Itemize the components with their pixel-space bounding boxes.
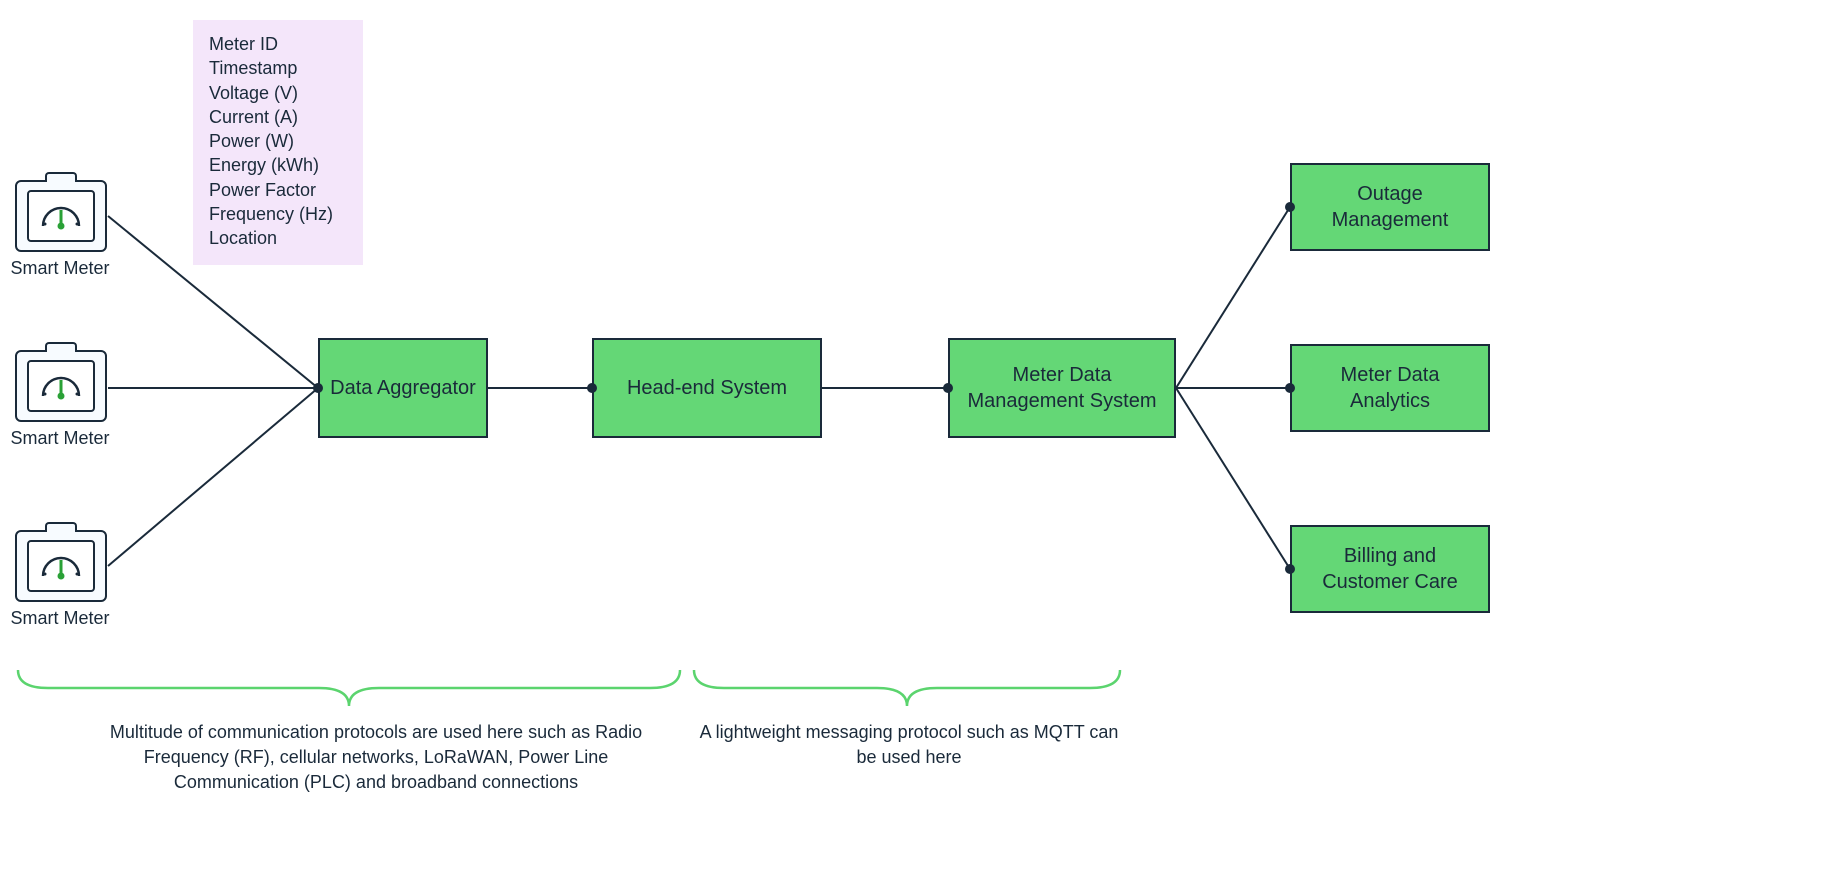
node-meter-data-analytics: Meter Data Analytics xyxy=(1290,344,1490,432)
field-item: Frequency (Hz) xyxy=(209,202,345,226)
smart-meter-2 xyxy=(15,350,107,422)
smart-meter-2-label: Smart Meter xyxy=(0,428,130,449)
node-outage-management: Outage Management xyxy=(1290,163,1490,251)
node-label: Billing and Customer Care xyxy=(1300,543,1480,595)
diagram-canvas: Smart Meter Smart Meter xyxy=(0,0,1830,892)
node-mdms: Meter Data Management System xyxy=(948,338,1176,438)
gauge-icon xyxy=(27,360,95,412)
smart-meter-1-label: Smart Meter xyxy=(0,258,130,279)
node-head-end-system: Head-end System xyxy=(592,338,822,438)
field-item: Voltage (V) xyxy=(209,81,345,105)
field-item: Current (A) xyxy=(209,105,345,129)
gauge-icon xyxy=(27,190,95,242)
node-label: Outage Management xyxy=(1300,181,1480,233)
field-item: Location xyxy=(209,226,345,250)
node-label: Head-end System xyxy=(627,375,787,401)
meter-fields-box: Meter ID Timestamp Voltage (V) Current (… xyxy=(193,20,363,265)
smart-meter-1 xyxy=(15,180,107,252)
smart-meter-3 xyxy=(15,530,107,602)
field-item: Energy (kWh) xyxy=(209,153,345,177)
node-label: Meter Data Management System xyxy=(958,362,1166,414)
field-item: Timestamp xyxy=(209,56,345,80)
field-item: Meter ID xyxy=(209,32,345,56)
annotation-right: A lightweight messaging protocol such as… xyxy=(694,720,1124,770)
node-data-aggregator: Data Aggregator xyxy=(318,338,488,438)
gauge-icon xyxy=(27,540,95,592)
annotation-left: Multitude of communication protocols are… xyxy=(86,720,666,796)
node-billing-customer-care: Billing and Customer Care xyxy=(1290,525,1490,613)
field-item: Power (W) xyxy=(209,129,345,153)
node-label: Meter Data Analytics xyxy=(1300,362,1480,414)
field-item: Power Factor xyxy=(209,178,345,202)
smart-meter-3-label: Smart Meter xyxy=(0,608,130,629)
node-label: Data Aggregator xyxy=(330,375,476,401)
